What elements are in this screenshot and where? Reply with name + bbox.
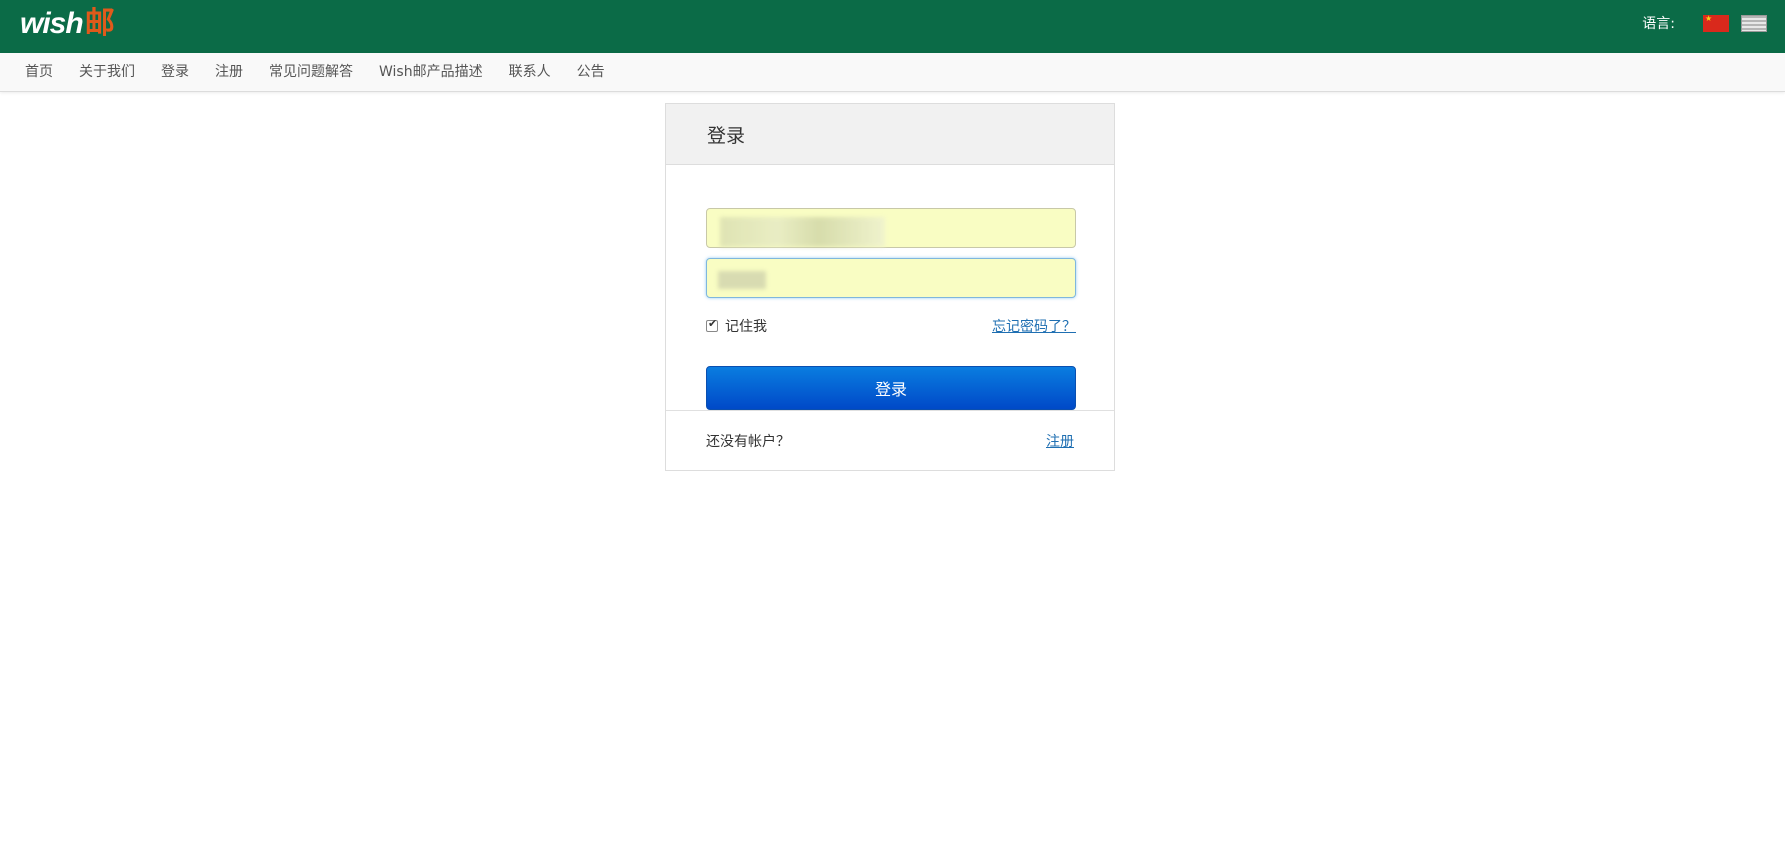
login-button[interactable]: 登录 xyxy=(706,366,1076,410)
nav-item-login[interactable]: 登录 xyxy=(148,53,202,92)
register-link[interactable]: 注册 xyxy=(1046,431,1074,451)
login-panel-header: 登录 xyxy=(666,104,1114,165)
remember-me: 记住我 xyxy=(706,316,767,336)
remember-row: 记住我 忘记密码了？ xyxy=(706,316,1076,336)
login-panel: 登录 记住我 忘记密码了？ 登录 还没有帐户？ 注册 xyxy=(665,103,1115,471)
remember-me-label[interactable]: 记住我 xyxy=(725,316,767,336)
logo-chinese-char: 邮 xyxy=(84,6,115,41)
nav-item-register[interactable]: 注册 xyxy=(202,53,256,92)
remember-me-checkbox[interactable] xyxy=(706,317,718,332)
logo-wordmark: wish xyxy=(20,7,84,40)
nav-item-about[interactable]: 关于我们 xyxy=(66,53,148,92)
top-header: wish 邮 语言: xyxy=(0,0,1785,53)
nav-item-announcements[interactable]: 公告 xyxy=(564,53,618,92)
login-panel-footer: 还没有帐户？ 注册 xyxy=(666,410,1114,471)
nav-item-contacts[interactable]: 联系人 xyxy=(496,53,564,92)
nav-item-product-description[interactable]: Wish邮产品描述 xyxy=(366,53,496,92)
nav-item-home[interactable]: 首页 xyxy=(12,53,66,92)
nav-list: 首页 关于我们 登录 注册 常见问题解答 Wish邮产品描述 联系人 公告 xyxy=(0,53,1785,92)
nav-item-faq[interactable]: 常见问题解答 xyxy=(256,53,366,92)
redacted-password xyxy=(718,271,766,289)
forgot-password-link[interactable]: 忘记密码了？ xyxy=(992,316,1076,336)
no-account-text: 还没有帐户？ xyxy=(706,434,790,450)
usa-flag-icon[interactable] xyxy=(1741,14,1767,32)
login-title: 登录 xyxy=(707,124,746,147)
china-flag-icon[interactable] xyxy=(1703,14,1729,32)
language-label: 语言: xyxy=(1642,16,1675,32)
redacted-username xyxy=(720,217,885,247)
wish-logo[interactable]: wish 邮 xyxy=(20,4,115,44)
language-switcher: 语言: xyxy=(1642,12,1767,34)
main-nav: 首页 关于我们 登录 注册 常见问题解答 Wish邮产品描述 联系人 公告 xyxy=(0,53,1785,92)
